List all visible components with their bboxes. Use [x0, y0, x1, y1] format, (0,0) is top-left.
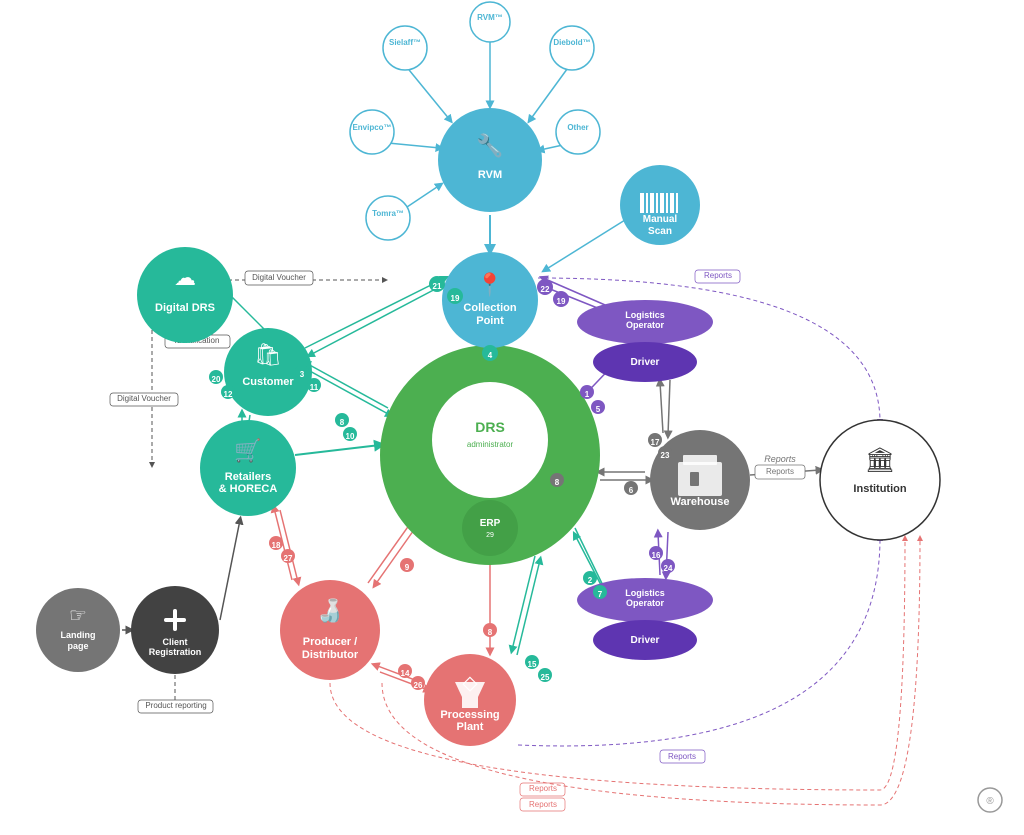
erp-label: ERP [480, 518, 501, 529]
svg-text:Reports: Reports [766, 467, 794, 476]
svg-text:7: 7 [598, 590, 603, 599]
svg-text:Reports: Reports [704, 271, 732, 280]
digital-drs-node[interactable] [137, 247, 233, 343]
svg-text:1: 1 [585, 390, 590, 399]
svg-text:11: 11 [310, 383, 319, 392]
retailers-node[interactable] [200, 420, 296, 516]
institution-node[interactable] [820, 420, 940, 540]
trademark-symbol: ® [986, 796, 994, 807]
diagram-container: Reports Reports Digital Voucher Identifi… [0, 0, 1024, 835]
driver-bottom-label: Driver [631, 635, 660, 646]
svg-text:8: 8 [340, 418, 345, 427]
client-reg-label: Client [162, 637, 187, 647]
digital-drs-label: Digital DRS [155, 302, 215, 314]
svg-text:Product reporting: Product reporting [145, 701, 206, 710]
collection-point-label: Collection [463, 302, 516, 314]
customer-label: Customer [242, 376, 294, 388]
collection-point-icon: 📍 [476, 272, 503, 297]
diebold-label: Diebold™ [553, 38, 590, 47]
landing-page-label2: page [67, 641, 88, 651]
producer-node[interactable] [280, 580, 380, 680]
envipco-node[interactable] [350, 110, 394, 154]
svg-text:15: 15 [528, 660, 537, 669]
svg-text:2: 2 [588, 576, 593, 585]
logistics-op-top-label2: Operator [626, 320, 665, 330]
producer-label: Producer / [303, 636, 357, 648]
erp-badge: 29 [486, 532, 494, 539]
svg-text:19: 19 [451, 294, 460, 303]
rvm-brand-label: RVM™ [477, 13, 503, 22]
svg-text:25: 25 [541, 673, 550, 682]
producer-icon: 🍶 [316, 598, 343, 623]
svg-text:Reports: Reports [764, 454, 796, 464]
svg-text:Digital Voucher: Digital Voucher [117, 394, 171, 403]
rvm-icon: 🔧 [476, 132, 503, 158]
producer-label2: Distributor [302, 649, 359, 661]
other-node[interactable] [556, 110, 600, 154]
svg-text:12: 12 [224, 390, 233, 399]
svg-text:4: 4 [488, 351, 493, 360]
svg-text:16: 16 [652, 551, 661, 560]
landing-page-label: Landing [61, 630, 96, 640]
other-label: Other [567, 123, 588, 132]
processing-plant-label: Processing [440, 709, 499, 721]
client-reg-label2: Registration [149, 647, 202, 657]
svg-text:19: 19 [557, 297, 566, 306]
svg-text:3: 3 [300, 370, 305, 379]
svg-text:8: 8 [555, 478, 560, 487]
sielaff-node[interactable] [383, 26, 427, 70]
logistics-op-top-label: Logistics [625, 310, 665, 320]
svg-text:26: 26 [414, 681, 423, 690]
svg-text:6: 6 [629, 486, 634, 495]
svg-text:22: 22 [541, 285, 550, 294]
svg-text:18: 18 [272, 541, 281, 550]
sielaff-label: Sielaff™ [389, 38, 421, 47]
svg-text:Digital Voucher: Digital Voucher [252, 273, 306, 282]
driver-top-label: Driver [631, 357, 660, 368]
svg-text:17: 17 [651, 438, 660, 447]
tomra-label: Tomra™ [372, 209, 404, 218]
svg-text:8: 8 [488, 628, 493, 637]
retailers-label: Retailers [225, 471, 271, 483]
drs-admin-sublabel: administrator [467, 440, 514, 449]
digital-drs-icon: ☁ [174, 265, 196, 290]
manual-scan-label: Manual [643, 214, 678, 225]
svg-text:20: 20 [212, 375, 221, 384]
tomra-node[interactable] [366, 196, 410, 240]
rvm-node[interactable] [438, 108, 542, 212]
main-diagram: Reports Reports Digital Voucher Identifi… [0, 0, 1024, 835]
svg-text:14: 14 [401, 669, 410, 678]
institution-icon: 🏛 [865, 447, 895, 474]
svg-text:10: 10 [346, 432, 355, 441]
rvm-label: RVM [478, 169, 502, 181]
collection-point-label2: Point [476, 315, 504, 327]
logistics-op-bottom-label2: Operator [626, 598, 665, 608]
manual-scan-label2: Scan [648, 226, 672, 237]
rvm-brand-node[interactable] [470, 2, 510, 42]
svg-text:Reports: Reports [529, 784, 557, 793]
diebold-node[interactable] [550, 26, 594, 70]
drs-admin-label: DRS [475, 419, 505, 435]
envipco-label: Envipco™ [352, 123, 391, 132]
svg-text:Reports: Reports [668, 752, 696, 761]
svg-text:Reports: Reports [529, 800, 557, 809]
svg-text:9: 9 [405, 563, 410, 572]
retailers-label2: & HORECA [219, 483, 278, 495]
warehouse-icon [678, 462, 722, 496]
svg-text:23: 23 [661, 451, 670, 460]
svg-text:27: 27 [284, 554, 293, 563]
retailers-icon: 🛒 [234, 438, 261, 463]
landing-page-icon: ☞ [69, 605, 87, 627]
processing-plant-label2: Plant [457, 721, 484, 733]
institution-label: Institution [853, 483, 906, 495]
warehouse-label: Warehouse [671, 496, 730, 508]
logistics-op-bottom-label: Logistics [625, 588, 665, 598]
svg-text:21: 21 [433, 282, 442, 291]
customer-icon: 🛍 [254, 342, 282, 367]
svg-text:24: 24 [664, 564, 673, 573]
svg-text:5: 5 [596, 405, 601, 414]
